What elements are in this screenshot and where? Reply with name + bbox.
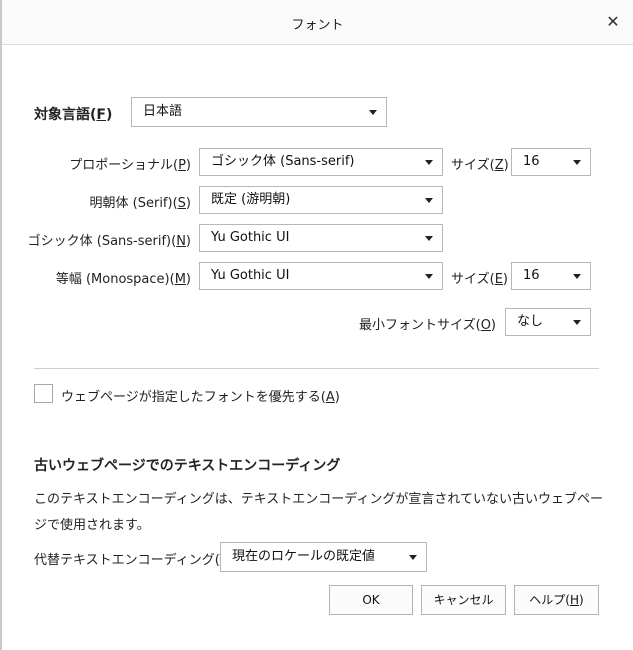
- min-font-size-select[interactable]: なし: [505, 308, 591, 336]
- chevron-down-icon: [425, 274, 433, 279]
- fallback-encoding-label-pre: 代替テキストエンコーディング(: [34, 553, 220, 568]
- title-bar: フォント ✕: [2, 0, 633, 45]
- monospace-label-post: ): [185, 272, 191, 287]
- help-button-label-post: ): [579, 593, 584, 607]
- encoding-heading: 古いウェブページでのテキストエンコーディング: [34, 458, 341, 474]
- monospace-value: Yu Gothic UI: [211, 268, 290, 283]
- chevron-down-icon: [409, 555, 417, 560]
- proportional-label-pre: プロポーショナル(: [69, 158, 179, 173]
- serif-accesskey: S: [177, 196, 186, 211]
- size-monospace-accesskey: E: [494, 272, 503, 287]
- size-proportional-accesskey: Z: [494, 158, 504, 173]
- help-button-label-pre: ヘルプ(: [529, 593, 570, 607]
- min-font-size-label-post: ): [490, 318, 496, 333]
- size-proportional-label-pre: サイズ(: [451, 158, 495, 173]
- window-edge: [0, 0, 2, 650]
- chevron-down-icon: [573, 160, 581, 165]
- serif-label-post: ): [185, 196, 191, 211]
- proportional-accesskey: P: [178, 158, 186, 173]
- proportional-select[interactable]: ゴシック体 (Sans-serif): [199, 148, 443, 176]
- chevron-down-icon: [425, 236, 433, 241]
- allow-page-fonts-checkbox[interactable]: [34, 384, 53, 403]
- fallback-encoding-label: 代替テキストエンコーディング(T): [34, 549, 233, 568]
- target-language-label-pre: 対象言語(: [34, 107, 97, 123]
- size-monospace-value: 16: [523, 268, 540, 283]
- monospace-label-pre: 等幅 (Monospace)(: [55, 272, 175, 287]
- fallback-encoding-value: 現在のロケールの既定値: [232, 549, 376, 564]
- min-font-size-value: なし: [517, 314, 544, 329]
- encoding-description: このテキストエンコーディングは、テキストエンコーディングが宣言されていない古いウ…: [34, 492, 604, 533]
- size-proportional-value: 16: [523, 154, 540, 169]
- fallback-encoding-select[interactable]: 現在のロケールの既定値: [220, 542, 427, 572]
- sans-serif-accesskey: N: [176, 234, 186, 249]
- sans-serif-select[interactable]: Yu Gothic UI: [199, 224, 443, 252]
- target-language-accesskey: F: [96, 107, 106, 123]
- sans-serif-label-post: ): [185, 234, 191, 249]
- chevron-down-icon: [425, 198, 433, 203]
- min-font-size-accesskey: O: [480, 318, 491, 333]
- proportional-label: プロポーショナル(P): [69, 154, 191, 173]
- proportional-label-post: ): [185, 158, 191, 173]
- serif-select[interactable]: 既定 (游明朝): [199, 186, 443, 214]
- min-font-size-label-pre: 最小フォントサイズ(: [359, 318, 481, 333]
- target-language-label-post: ): [105, 107, 113, 123]
- serif-label: 明朝体 (Serif)(S): [90, 192, 191, 211]
- size-monospace-label-pre: サイズ(: [451, 272, 495, 287]
- size-proportional-label-post: ): [503, 158, 509, 173]
- size-monospace-label-post: ): [502, 272, 508, 287]
- monospace-accesskey: M: [174, 272, 186, 287]
- dialog-title: フォント: [291, 18, 344, 33]
- sans-serif-label-pre: ゴシック体 (Sans-serif)(: [27, 234, 177, 249]
- allow-page-fonts-label-pre: ウェブページが指定したフォントを優先する(: [61, 390, 326, 405]
- help-accesskey: H: [569, 593, 580, 607]
- sans-serif-label: ゴシック体 (Sans-serif)(N): [28, 230, 191, 249]
- fonts-dialog: フォント ✕ 対象言語(F) 日本語 プロポーショナル(P) ゴシック体 (Sa…: [0, 0, 633, 650]
- min-font-size-label: 最小フォントサイズ(O): [359, 314, 496, 333]
- chevron-down-icon: [425, 160, 433, 165]
- serif-value: 既定 (游明朝): [211, 192, 291, 207]
- monospace-select[interactable]: Yu Gothic UI: [199, 262, 443, 290]
- size-monospace-select[interactable]: 16: [511, 262, 591, 290]
- ok-button[interactable]: OK: [329, 585, 413, 615]
- size-monospace-label: サイズ(E): [451, 268, 508, 287]
- sans-serif-value: Yu Gothic UI: [211, 230, 290, 245]
- chevron-down-icon: [573, 320, 581, 325]
- cancel-button[interactable]: キャンセル: [421, 585, 506, 615]
- allow-page-fonts-accesskey: A: [325, 390, 335, 405]
- allow-page-fonts-label-post: ): [334, 390, 340, 405]
- chevron-down-icon: [369, 110, 377, 115]
- target-language-label: 対象言語(F): [34, 104, 112, 124]
- monospace-label: 等幅 (Monospace)(M): [56, 268, 191, 287]
- chevron-down-icon: [573, 274, 581, 279]
- serif-label-pre: 明朝体 (Serif)(: [89, 196, 178, 211]
- help-button[interactable]: ヘルプ(H): [514, 585, 599, 615]
- target-language-value: 日本語: [143, 104, 183, 119]
- allow-page-fonts-label[interactable]: ウェブページが指定したフォントを優先する(A): [61, 386, 340, 405]
- proportional-value: ゴシック体 (Sans-serif): [211, 154, 355, 169]
- target-language-select[interactable]: 日本語: [131, 97, 387, 127]
- size-proportional-label: サイズ(Z): [451, 154, 509, 173]
- section-divider: [34, 368, 599, 369]
- close-icon[interactable]: ✕: [601, 10, 625, 34]
- size-proportional-select[interactable]: 16: [511, 148, 591, 176]
